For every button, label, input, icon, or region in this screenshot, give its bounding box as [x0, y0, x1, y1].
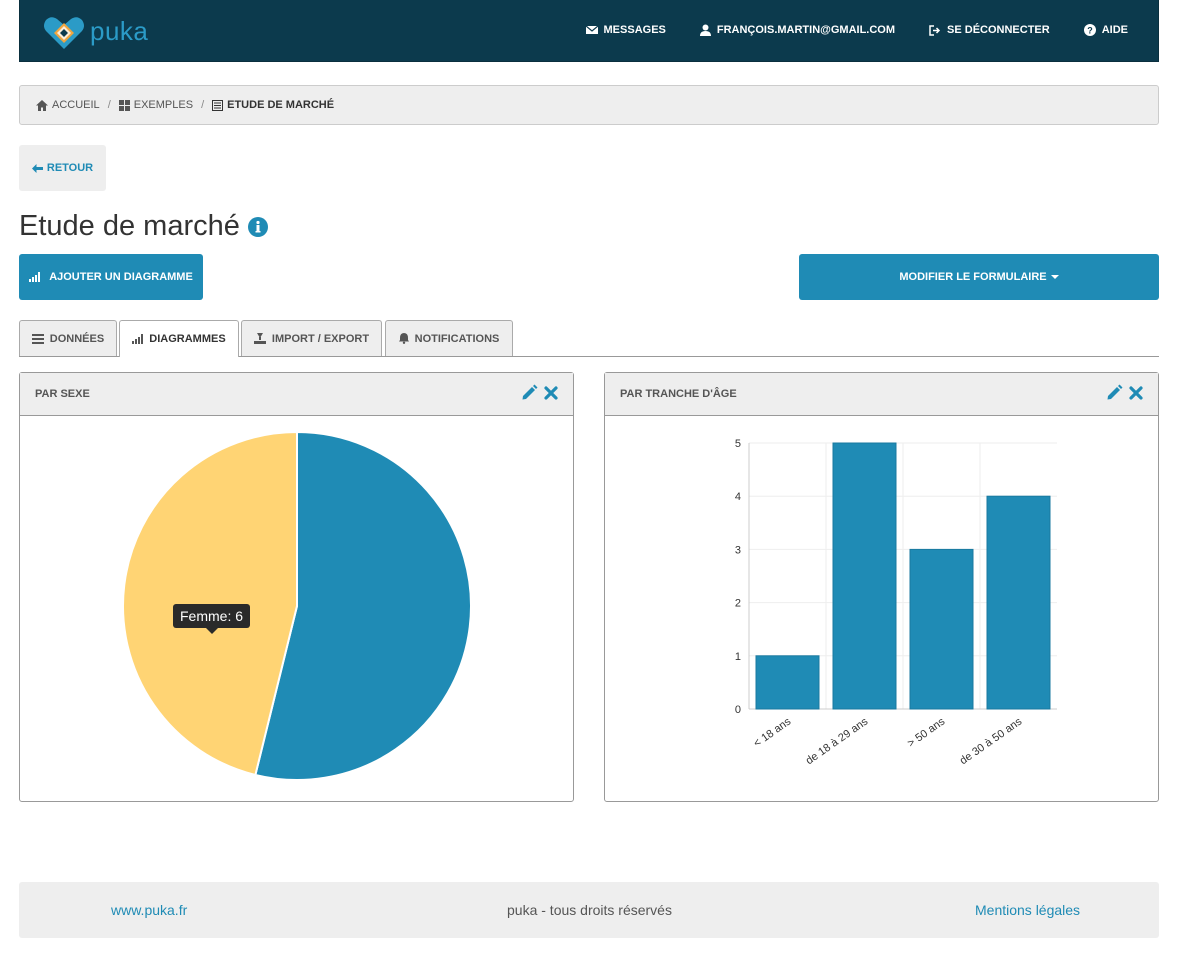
pencil-icon[interactable]	[1106, 384, 1123, 401]
bar	[909, 548, 974, 710]
y-tick-label: 4	[735, 491, 741, 503]
panel-title: PAR SEXE	[35, 388, 90, 400]
brand-logo[interactable]: puka	[42, 10, 148, 52]
nav-help-label: AIDE	[1101, 24, 1128, 36]
y-tick-label: 5	[735, 438, 741, 450]
x-tick-label: > 50 ans	[906, 715, 948, 749]
nav-logout-label: SE DÉCONNECTER	[947, 24, 1050, 36]
footer: www.puka.fr puka - tous droits réservés …	[19, 882, 1159, 938]
breadcrumb-home-label: ACCUEIL	[52, 99, 100, 111]
pencil-icon[interactable]	[521, 384, 538, 401]
breadcrumb-separator: /	[201, 99, 205, 111]
bar-chart-icon	[132, 334, 144, 344]
import-export-icon	[253, 333, 266, 344]
bar-chart: 0 1 2 3 4 5 < 18 ans de 18 à 29 ans > 50 ans de 3…	[735, 438, 1057, 767]
sign-out-icon	[929, 24, 941, 36]
tab-donnees[interactable]: DONNÉES	[19, 320, 117, 356]
close-icon[interactable]	[1129, 385, 1143, 400]
breadcrumb: ACCUEIL / EXEMPLES / ETUDE DE MARCHÉ	[19, 85, 1159, 125]
tab-label: IMPORT / EXPORT	[271, 332, 370, 345]
bar	[755, 655, 820, 710]
tab-notifications[interactable]: NOTIFICATIONS	[385, 320, 513, 356]
tab-label: DIAGRAMMES	[149, 333, 226, 345]
footer-legal-link[interactable]: Mentions légales	[975, 902, 1080, 918]
tab-diagrammes[interactable]: DIAGRAMMES	[119, 320, 239, 357]
top-navbar: puka MESSAGES FRANÇOIS.MARTIN@GMAIL.COM …	[19, 0, 1159, 62]
brand-name: puka	[90, 15, 149, 46]
bar	[986, 495, 1051, 710]
nav-user[interactable]: FRANÇOIS.MARTIN@GMAIL.COM	[699, 24, 896, 36]
footer-site-link[interactable]: www.puka.fr	[111, 902, 187, 918]
nav-help[interactable]: ? AIDE	[1083, 24, 1128, 36]
grid-icon	[118, 99, 130, 111]
svg-text:?: ?	[1087, 25, 1093, 35]
user-icon	[699, 24, 711, 36]
chart-tooltip: Femme: 6	[173, 604, 251, 634]
add-chart-button[interactable]: AJOUTER UN DIAGRAMME	[19, 254, 203, 300]
caret-down-icon	[1050, 275, 1059, 279]
y-tick-label: 2	[735, 598, 741, 610]
panel-header: PAR TRANCHE D'ÂGE	[605, 373, 1158, 416]
breadcrumb-current: ETUDE DE MARCHÉ	[212, 99, 334, 111]
list-icon	[31, 333, 44, 344]
footer-copyright: puka - tous droits réservés	[507, 902, 672, 918]
nav-messages[interactable]: MESSAGES	[585, 24, 666, 36]
breadcrumb-home[interactable]: ACCUEIL	[36, 99, 100, 111]
breadcrumb-examples-label: EXEMPLES	[133, 99, 194, 111]
nav-messages-label: MESSAGES	[603, 24, 666, 36]
panel-body: 0 1 2 3 4 5 < 18 ans de 18 à 29 ans > 50 ans de 3…	[605, 416, 1158, 801]
bar	[832, 442, 897, 710]
chart-panel-sex: PAR SEXE Femme: 6	[19, 372, 574, 802]
back-button[interactable]: RETOUR	[19, 145, 106, 191]
tab-import-export[interactable]: IMPORT / EXPORT	[241, 320, 382, 356]
panel-title: PAR TRANCHE D'ÂGE	[620, 388, 737, 400]
signal-icon	[29, 272, 41, 282]
tab-label: DONNÉES	[49, 332, 105, 345]
arrow-left-icon	[31, 163, 43, 173]
panel-body: Femme: 6	[20, 416, 573, 801]
y-tick-label: 1	[735, 651, 741, 663]
tab-label: NOTIFICATIONS	[414, 332, 500, 345]
envelope-icon	[585, 25, 598, 35]
x-tick-label: < 18 ans	[752, 715, 794, 749]
puka-logo-icon	[44, 17, 84, 49]
form-icon	[212, 99, 224, 111]
nav-logout[interactable]: SE DÉCONNECTER	[929, 24, 1050, 36]
edit-form-label: MODIFIER LE FORMULAIRE	[899, 271, 1047, 283]
home-icon	[36, 99, 48, 111]
panel-header: PAR SEXE	[20, 373, 573, 416]
y-tick-label: 0	[735, 704, 741, 716]
back-button-label: RETOUR	[46, 162, 94, 174]
x-tick-label: de 18 à 29 ans	[804, 715, 871, 767]
bell-icon	[398, 333, 409, 344]
info-icon[interactable]	[247, 216, 268, 237]
breadcrumb-separator: /	[107, 99, 111, 111]
question-circle-icon: ?	[1083, 24, 1096, 36]
chart-panel-age: PAR TRANCHE D'ÂGE 0 1 2 3 4 5 < 18 ans de 18 à …	[604, 372, 1159, 802]
y-tick-label: 3	[735, 544, 741, 556]
pie-chart	[122, 430, 472, 781]
page-title-text: Etude de marché	[19, 210, 240, 242]
breadcrumb-current-label: ETUDE DE MARCHÉ	[227, 99, 335, 111]
page-title: Etude de marché	[19, 210, 268, 243]
breadcrumb-examples[interactable]: EXEMPLES	[118, 99, 194, 111]
x-tick-label: de 30 à 50 ans	[958, 715, 1025, 767]
add-chart-label: AJOUTER UN DIAGRAMME	[49, 271, 193, 283]
close-icon[interactable]	[544, 385, 558, 400]
tab-bar: DONNÉES DIAGRAMMES IMPORT / EXPORT NOTIF…	[19, 320, 1159, 357]
edit-form-dropdown[interactable]: MODIFIER LE FORMULAIRE	[799, 254, 1159, 300]
nav-user-label: FRANÇOIS.MARTIN@GMAIL.COM	[716, 24, 896, 36]
